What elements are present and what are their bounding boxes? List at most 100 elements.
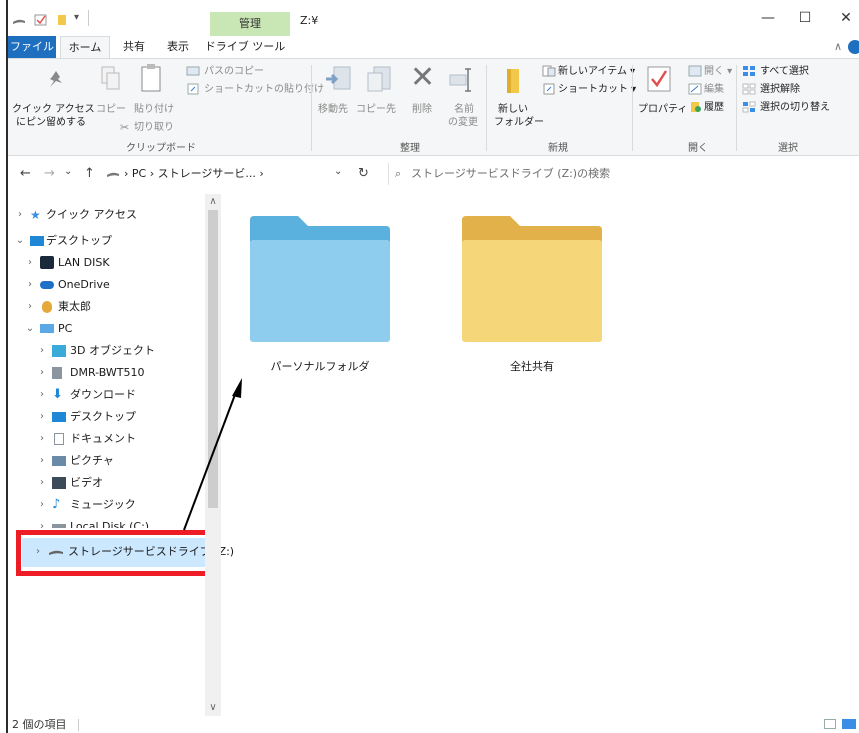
cut-button[interactable]: 切り取り xyxy=(134,121,174,134)
chevron-icon[interactable]: › xyxy=(36,340,48,362)
address-bar[interactable]: › PC › ストレージサービ... › xyxy=(104,163,362,185)
folder-label-personal[interactable]: パーソナルフォルダ xyxy=(240,358,400,374)
chevron-icon[interactable]: › xyxy=(36,494,48,516)
picture-icon xyxy=(52,456,66,466)
new-folder-icon[interactable] xyxy=(56,14,70,26)
qat-dropdown-icon[interactable]: ▾ xyxy=(74,12,79,23)
paste-icon xyxy=(141,64,161,92)
address-dropdown-button[interactable]: ⌄ xyxy=(334,166,342,177)
recent-locations-button[interactable]: ⌄ xyxy=(64,166,72,177)
chevron-icon[interactable]: › xyxy=(36,384,48,406)
tab-share[interactable]: 共有 xyxy=(116,36,152,58)
details-view-icon[interactable] xyxy=(824,719,836,729)
address-path: › PC › ストレージサービ... › xyxy=(124,167,264,180)
nav-label: 3D オブジェクト xyxy=(70,344,155,357)
chevron-icon[interactable]: ⌄ xyxy=(14,230,26,252)
new-folder-button[interactable]: 新しい xyxy=(498,103,528,116)
chevron-icon[interactable]: › xyxy=(36,406,48,428)
copy-to-icon xyxy=(367,66,391,92)
pin-quick-access-line2: にピン留めする xyxy=(16,117,86,128)
chevron-icon[interactable]: › xyxy=(24,296,36,318)
up-button[interactable]: ↑ xyxy=(84,166,95,181)
nav-item-desktop[interactable]: › デスクトップ xyxy=(8,406,208,428)
nav-item-dmr[interactable]: › DMR-BWT510 xyxy=(8,362,208,384)
forward-button[interactable]: → xyxy=(44,166,55,181)
rename-button[interactable]: 名前 xyxy=(454,103,474,116)
large-icons-view-icon[interactable] xyxy=(842,719,856,729)
tab-drive-tools[interactable]: ドライブ ツール xyxy=(204,36,286,58)
item-count: 2 個の項目 xyxy=(12,718,67,731)
pin-quick-access-button[interactable]: クイック アクセス xyxy=(12,103,95,116)
move-to-icon xyxy=(326,66,351,90)
collapse-ribbon-icon[interactable]: ∧ xyxy=(834,40,842,53)
shortcut-button[interactable]: ショートカット ▾ xyxy=(558,83,636,96)
video-icon xyxy=(52,477,66,489)
folder-icon-shared[interactable] xyxy=(460,214,604,344)
paste-shortcut-button[interactable]: ショートカットの貼り付け xyxy=(204,83,324,96)
folder-icon-personal[interactable] xyxy=(248,214,392,344)
delete-button[interactable]: 削除 xyxy=(412,103,432,116)
nav-scrollbar-thumb[interactable] xyxy=(208,210,218,508)
cloud-icon xyxy=(40,281,54,289)
nav-label: デスクトップ xyxy=(46,234,112,247)
nav-label: ダウンロード xyxy=(70,388,136,401)
minimize-button[interactable]: — xyxy=(758,8,778,28)
chevron-icon[interactable]: › xyxy=(24,274,36,296)
nav-item-3d-objects[interactable]: › 3D オブジェクト xyxy=(8,340,208,362)
chevron-icon[interactable]: › xyxy=(36,428,48,450)
chevron-icon[interactable]: › xyxy=(24,252,36,274)
nav-item-pc[interactable]: ⌄ PC xyxy=(8,318,208,340)
history-button[interactable]: 履歴 xyxy=(704,101,724,114)
nav-item-downloads[interactable]: › ⬇ ダウンロード xyxy=(8,384,208,406)
nav-label: DMR-BWT510 xyxy=(70,366,145,379)
select-none-button[interactable]: 選択解除 xyxy=(760,83,800,96)
nav-item-pictures[interactable]: › ピクチャ xyxy=(8,450,208,472)
new-folder-line2: フォルダー xyxy=(494,117,544,128)
new-item-button[interactable]: 新しいアイテム ▾ xyxy=(558,65,635,78)
tab-manage[interactable]: 管理 xyxy=(210,12,290,36)
drive-icon[interactable] xyxy=(12,14,26,26)
chevron-icon[interactable]: › xyxy=(36,450,48,472)
ribbon-separator xyxy=(736,65,737,151)
paste-button[interactable]: 貼り付け xyxy=(134,103,174,116)
edit-icon xyxy=(688,83,702,95)
nav-item-local-disk[interactable]: › Local Disk (C:) xyxy=(8,516,208,528)
nav-item-quick-access[interactable]: › ★ クイック アクセス xyxy=(8,204,208,226)
chevron-icon[interactable]: ⌄ xyxy=(24,318,36,340)
nav-item-music[interactable]: › ♪ ミュージック xyxy=(8,494,208,516)
nav-item-videos[interactable]: › ビデオ xyxy=(8,472,208,494)
invert-selection-button[interactable]: 選択の切り替え xyxy=(760,101,830,114)
close-button[interactable]: ✕ xyxy=(836,8,856,28)
nav-item-desktop-root[interactable]: ⌄ デスクトップ xyxy=(8,230,208,252)
properties-button[interactable]: プロパティ xyxy=(638,103,687,116)
copy-path-button[interactable]: パスのコピー xyxy=(204,65,264,78)
open-button[interactable]: 開く ▾ xyxy=(704,65,732,78)
search-input[interactable]: ⌕ ストレージサービスドライブ (Z:)の検索 xyxy=(388,163,859,185)
tab-file[interactable]: ファイル xyxy=(8,36,56,58)
help-icon[interactable] xyxy=(848,40,859,54)
copy-to-button[interactable]: コピー先 xyxy=(356,103,396,116)
back-button[interactable]: ← xyxy=(20,166,31,181)
properties-check-icon[interactable] xyxy=(34,14,48,26)
user-icon xyxy=(42,301,52,313)
chevron-icon[interactable]: › xyxy=(14,204,26,226)
move-to-button[interactable]: 移動先 xyxy=(318,103,348,116)
maximize-button[interactable]: ☐ xyxy=(795,8,815,28)
select-all-button[interactable]: すべて選択 xyxy=(760,65,809,78)
tab-home[interactable]: ホーム xyxy=(60,36,110,58)
refresh-button[interactable]: ↻ xyxy=(358,166,369,181)
copy-button[interactable]: コピー xyxy=(96,103,126,116)
nav-item-documents[interactable]: › ドキュメント xyxy=(8,428,208,450)
edit-button[interactable]: 編集 xyxy=(704,83,724,96)
nav-item-user[interactable]: › 東太郎 xyxy=(8,296,208,318)
nav-item-onedrive[interactable]: › OneDrive xyxy=(8,274,208,296)
folder-label-shared[interactable]: 全社共有 xyxy=(452,358,612,374)
lan-disk-icon xyxy=(40,256,54,269)
tab-view[interactable]: 表示 xyxy=(160,36,196,58)
scroll-up-icon[interactable]: ∧ xyxy=(208,196,218,207)
chevron-icon[interactable]: › xyxy=(36,472,48,494)
nav-item-lan-disk[interactable]: › LAN DISK xyxy=(8,252,208,274)
chevron-icon[interactable]: › xyxy=(36,362,48,384)
scroll-down-icon[interactable]: ∨ xyxy=(208,702,218,713)
chevron-icon[interactable]: › xyxy=(36,516,48,528)
